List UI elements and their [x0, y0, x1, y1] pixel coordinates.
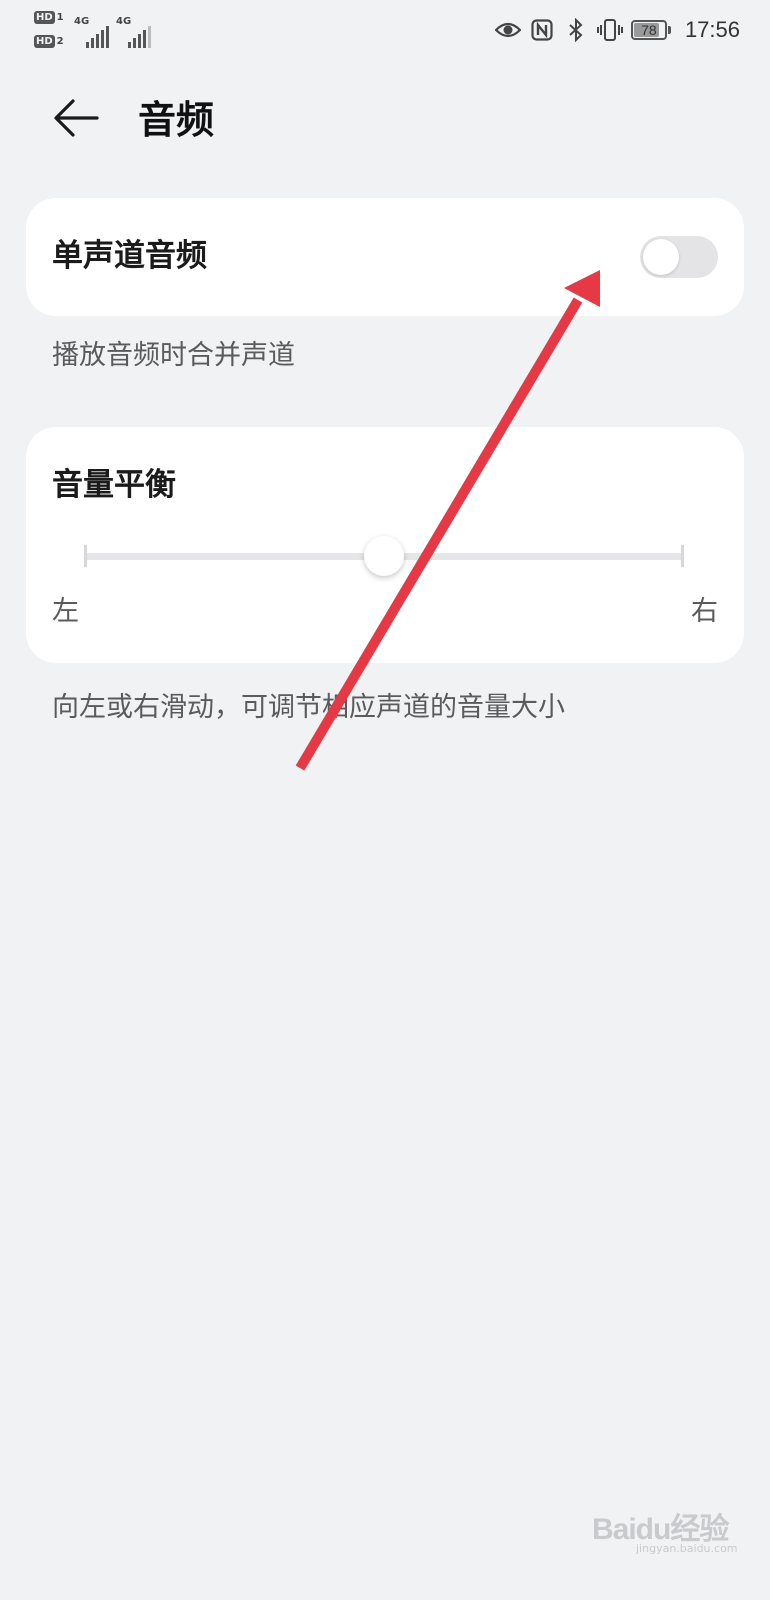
mono-audio-card: 单声道音频 — [26, 198, 744, 316]
eye-comfort-icon — [494, 17, 521, 43]
bluetooth-icon — [563, 17, 589, 43]
sim-index: 2 — [56, 36, 64, 47]
arrow-left-icon — [53, 98, 99, 142]
mono-audio-toggle[interactable] — [640, 236, 718, 278]
clock: 17:56 — [684, 17, 740, 42]
status-icons: 78 17:56 — [494, 14, 740, 46]
baidu-watermark: Baidu经验 jingyan.baidu.com — [592, 1504, 742, 1564]
balance-right-label: 右 — [691, 596, 718, 627]
sim-index: 1 — [56, 12, 64, 23]
slider-thumb[interactable] — [364, 536, 404, 576]
watermark-url: jingyan.baidu.com — [636, 1542, 738, 1555]
slider-right-tick — [681, 545, 684, 567]
volume-balance-slider[interactable] — [84, 535, 684, 579]
vibrate-icon — [596, 17, 623, 43]
slider-left-tick — [84, 545, 87, 567]
sim2-signal-icon: 4G — [116, 16, 156, 48]
battery-level: 78 — [641, 22, 657, 38]
sim2-hd-badge: HD 2 — [34, 34, 68, 49]
battery-icon: 78 — [630, 20, 671, 40]
sim1-hd-badge: HD 1 — [34, 10, 68, 25]
status-bar: HD 1 HD 2 4G 4G 78 17:56 — [0, 0, 770, 62]
balance-left-label: 左 — [52, 596, 79, 627]
hd-label: HD — [34, 35, 55, 48]
back-button[interactable] — [44, 90, 108, 150]
mono-audio-description: 播放音频时合并声道 — [52, 340, 295, 371]
volume-balance-description: 向左或右滑动，可调节相应声道的音量大小 — [52, 692, 565, 723]
sim1-signal-icon: 4G — [74, 16, 114, 48]
mono-audio-label: 单声道音频 — [52, 238, 207, 274]
hd-label: HD — [34, 11, 55, 24]
volume-balance-label: 音量平衡 — [52, 467, 176, 503]
toggle-knob — [643, 239, 679, 275]
nfc-icon — [529, 17, 555, 43]
page-title: 音频 — [138, 98, 215, 142]
volume-balance-card: 音量平衡 左 右 — [26, 427, 744, 663]
app-header: 音频 — [0, 80, 770, 160]
